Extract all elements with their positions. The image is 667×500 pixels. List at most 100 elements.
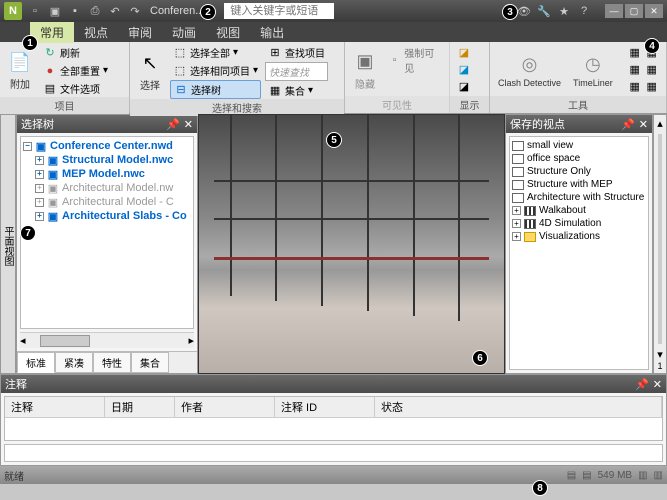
- append-button[interactable]: 📄 附加: [4, 44, 36, 97]
- star-icon[interactable]: ★: [557, 4, 571, 18]
- refresh-button[interactable]: ↻刷新: [40, 44, 111, 61]
- col-comment[interactable]: 注释: [5, 397, 105, 417]
- expander-icon[interactable]: +: [35, 156, 44, 165]
- tool-btn2[interactable]: ▦▦: [625, 61, 662, 77]
- tree-item[interactable]: +▣Architectural Model.nw: [23, 181, 191, 195]
- tree-item[interactable]: +▣Architectural Model - C: [23, 195, 191, 209]
- saved-viewpoints-header[interactable]: 保存的视点 📌 ✕: [506, 115, 652, 133]
- reset-all-button[interactable]: ●全部重置▾: [40, 62, 111, 79]
- 3d-viewport[interactable]: [198, 114, 505, 374]
- panel-label-project: 项目: [0, 97, 129, 114]
- selection-tree[interactable]: −▣Conference Center.nwd +▣Structural Mod…: [20, 136, 194, 329]
- expander-icon[interactable]: +: [512, 219, 521, 228]
- tree-item[interactable]: +▣MEP Model.nwc: [23, 167, 191, 181]
- app-icon[interactable]: N: [4, 2, 22, 20]
- tree-root[interactable]: −▣Conference Center.nwd: [23, 139, 191, 153]
- binoculars-icon[interactable]: 👁: [517, 4, 531, 18]
- status-icon[interactable]: ▤: [582, 470, 591, 481]
- tab-view[interactable]: 视图: [206, 22, 250, 43]
- slider-down-icon[interactable]: ▾: [657, 348, 663, 361]
- tree-item[interactable]: +▣Architectural Slabs - Co: [23, 209, 191, 223]
- viewpoint-item[interactable]: office space: [512, 152, 646, 165]
- scroll-left-icon[interactable]: ◂: [20, 334, 26, 347]
- viewpoint-item[interactable]: +4D Simulation: [512, 217, 646, 230]
- expander-icon[interactable]: +: [35, 198, 44, 207]
- select-button[interactable]: ↖ 选择: [134, 44, 166, 99]
- tab-compact[interactable]: 紧凑: [55, 352, 93, 373]
- h-scrollbar[interactable]: ◂ ▸: [20, 332, 194, 348]
- selection-tree-title: 选择树: [21, 116, 54, 132]
- find-items-button[interactable]: ⊞查找项目: [265, 44, 328, 61]
- col-author[interactable]: 作者: [175, 397, 275, 417]
- help-icon[interactable]: ?: [577, 4, 591, 18]
- panel-label-display: 显示: [450, 96, 489, 113]
- print-icon[interactable]: ⎙: [88, 4, 102, 18]
- select-all-button[interactable]: ⬚选择全部▾: [170, 44, 261, 61]
- col-status[interactable]: 状态: [375, 397, 662, 417]
- selection-tree-header[interactable]: 选择树 📌 ✕: [17, 115, 197, 133]
- pin-icon[interactable]: 📌: [635, 378, 649, 391]
- close-icon[interactable]: ✕: [184, 118, 193, 131]
- save-icon[interactable]: ▪: [68, 4, 82, 18]
- tab-sets[interactable]: 集合: [131, 352, 169, 373]
- status-icon[interactable]: ▥: [638, 470, 647, 481]
- tab-properties[interactable]: 特性: [93, 352, 131, 373]
- tab-output[interactable]: 输出: [250, 22, 294, 43]
- expander-icon[interactable]: +: [512, 206, 521, 215]
- pin-icon[interactable]: 📌: [166, 118, 180, 131]
- scroll-thumb[interactable]: [40, 335, 90, 347]
- ribbon-tabs: 常用 视点 审阅 动画 视图 输出: [0, 22, 667, 42]
- select-same-button[interactable]: ⬚选择相同项目▾: [170, 62, 261, 79]
- col-comment-id[interactable]: 注释 ID: [275, 397, 375, 417]
- comments-table[interactable]: 注释 日期 作者 注释 ID 状态: [4, 396, 663, 441]
- tool-btn3[interactable]: ▦▦: [625, 78, 662, 94]
- slider-up-icon[interactable]: ▴: [657, 117, 663, 130]
- pin-icon[interactable]: 📌: [621, 118, 635, 131]
- viewpoints-list[interactable]: small view office space Structure Only S…: [509, 136, 649, 370]
- tab-standard[interactable]: 标准: [17, 352, 55, 373]
- scroll-right-icon[interactable]: ▸: [188, 334, 194, 347]
- viewpoint-item[interactable]: +Walkabout: [512, 204, 646, 217]
- selection-tree-button[interactable]: ⊟选择树: [170, 80, 261, 99]
- tab-animation[interactable]: 动画: [162, 22, 206, 43]
- close-icon[interactable]: ✕: [653, 378, 662, 391]
- minimize-button[interactable]: —: [605, 4, 623, 18]
- col-date[interactable]: 日期: [105, 397, 175, 417]
- redo-icon[interactable]: ↷: [128, 4, 142, 18]
- viewpoint-item[interactable]: +Visualizations: [512, 230, 646, 243]
- display-btn3[interactable]: ◪: [454, 78, 474, 94]
- display-btn1[interactable]: ◪: [454, 44, 474, 60]
- status-icon[interactable]: ▤: [567, 470, 576, 481]
- keyword-search-input[interactable]: [224, 3, 334, 19]
- tab-viewpoint[interactable]: 视点: [74, 22, 118, 43]
- tree-item[interactable]: +▣Structural Model.nwc: [23, 153, 191, 167]
- expander-icon[interactable]: −: [23, 142, 32, 151]
- display-btn2[interactable]: ◪: [454, 61, 474, 77]
- quick-find-input[interactable]: 快速查找: [265, 62, 328, 81]
- expander-icon[interactable]: +: [35, 170, 44, 179]
- open-icon[interactable]: ▣: [48, 4, 62, 18]
- maximize-button[interactable]: ▢: [625, 4, 643, 18]
- tab-review[interactable]: 审阅: [118, 22, 162, 43]
- expander-icon[interactable]: +: [512, 232, 521, 241]
- close-button[interactable]: ✕: [645, 4, 663, 18]
- viewpoint-item[interactable]: small view: [512, 139, 646, 152]
- undo-icon[interactable]: ↶: [108, 4, 122, 18]
- sets-button[interactable]: ▦集合▾: [265, 82, 328, 99]
- viewpoint-item[interactable]: Structure Only: [512, 165, 646, 178]
- file-options-button[interactable]: ▤文件选项: [40, 80, 111, 97]
- comment-input[interactable]: [4, 444, 663, 462]
- new-icon[interactable]: ▫: [28, 4, 42, 18]
- expander-icon[interactable]: +: [35, 212, 44, 221]
- viewpoint-item[interactable]: Architecture with Structure: [512, 191, 646, 204]
- slider-track[interactable]: [658, 134, 662, 344]
- comments-header[interactable]: 注释 📌 ✕: [1, 375, 666, 393]
- clash-detective-button[interactable]: ◎ Clash Detective: [494, 44, 565, 96]
- plan-view-tab[interactable]: 平面视图: [0, 114, 16, 374]
- viewpoint-item[interactable]: Structure with MEP: [512, 178, 646, 191]
- close-icon[interactable]: ✕: [639, 118, 648, 131]
- status-icon[interactable]: ▥: [654, 470, 663, 481]
- timeliner-button[interactable]: ◷ TimeLiner: [569, 44, 617, 96]
- expander-icon[interactable]: +: [35, 184, 44, 193]
- tool-icon[interactable]: 🔧: [537, 4, 551, 18]
